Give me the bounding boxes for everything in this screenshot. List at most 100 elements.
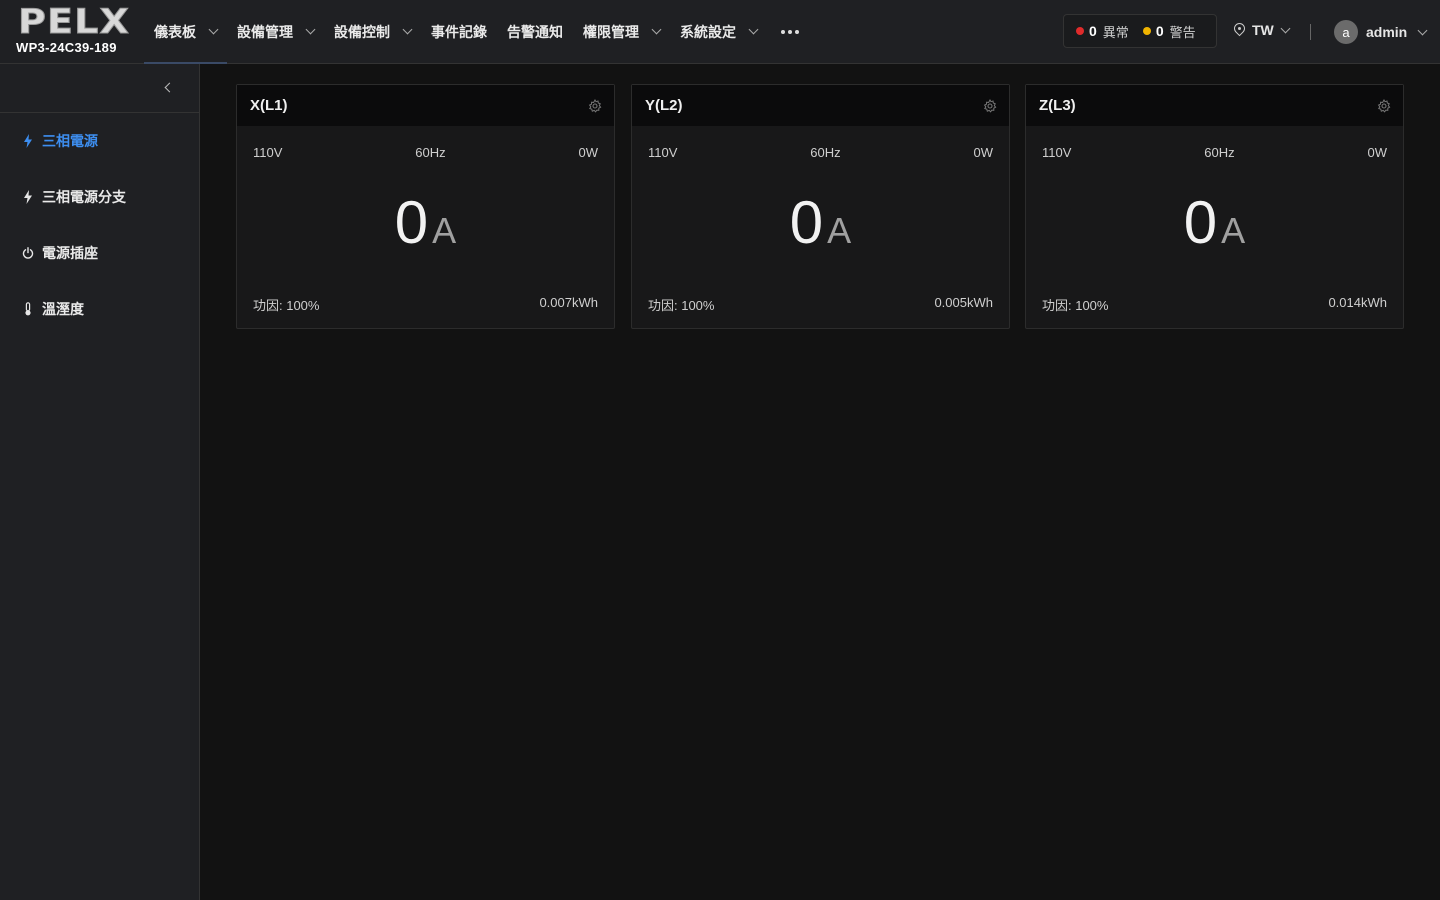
- nav-system-settings[interactable]: 系統設定: [670, 0, 767, 64]
- gear-icon[interactable]: [588, 98, 602, 113]
- alert-summary[interactable]: 0 異常 0 警告: [1063, 14, 1217, 48]
- energy-value: 0.007kWh: [539, 295, 598, 310]
- energy-value: 0.005kWh: [934, 295, 993, 310]
- chevron-down-icon: [1417, 25, 1428, 35]
- nav-label: 告警通知: [507, 23, 563, 40]
- sidebar-item-label: 三相電源: [42, 133, 98, 149]
- user-menu[interactable]: a admin: [1334, 20, 1428, 44]
- current-unit: A: [827, 210, 852, 251]
- frequency-value: 60Hz: [1204, 145, 1235, 160]
- sidebar-item-label: 電源插座: [42, 245, 98, 261]
- sidebar-item-three-phase[interactable]: 三相電源: [0, 113, 199, 169]
- logo: PELX: [17, 1, 131, 42]
- current-unit: A: [432, 210, 457, 251]
- bolt-icon: [22, 134, 34, 148]
- nav-label: 設備管理: [237, 23, 293, 40]
- abnormal-status: 0 異常: [1076, 22, 1129, 41]
- nav-device-control[interactable]: 設備控制: [324, 0, 421, 64]
- current-value: 0: [394, 189, 429, 256]
- chevron-down-icon: [305, 24, 316, 35]
- main-nav: 儀表板 設備管理 設備控制 事件記錄 告警通知 權限管理 系統設定: [144, 0, 813, 64]
- power-value: 0W: [973, 145, 993, 160]
- card-metrics: 110V 60Hz 0W: [253, 145, 598, 160]
- bolt-icon: [22, 190, 34, 204]
- sidebar: 三相電源 三相電源分支 電源插座 溫溼度: [0, 64, 200, 900]
- warning-status: 0 警告: [1142, 22, 1196, 41]
- power-factor: 功因: 100%: [1042, 298, 1109, 313]
- abnormal-label: 異常: [1102, 24, 1129, 40]
- current-display: 0A: [237, 193, 614, 253]
- more-icon[interactable]: [767, 0, 813, 64]
- chevron-down-icon: [1280, 23, 1291, 33]
- current-display: 0A: [632, 193, 1009, 253]
- sidebar-item-label: 溫溼度: [42, 301, 84, 317]
- card-footer: 功因: 100% 0.005kWh: [648, 295, 993, 314]
- card-header: Z(L3): [1026, 85, 1403, 126]
- frequency-value: 60Hz: [810, 145, 841, 160]
- phase-card-z: Z(L3) 110V 60Hz 0W 0A 功因: 100% 0.014kWh: [1025, 84, 1404, 329]
- divider: [1310, 24, 1311, 40]
- avatar: a: [1334, 20, 1358, 44]
- nav-label: 權限管理: [583, 23, 639, 40]
- device-model: WP3-24C39-189: [16, 39, 117, 55]
- nav-label: 設備控制: [334, 23, 390, 40]
- yellow-dot-icon: [1142, 27, 1151, 35]
- thermometer-icon: [22, 302, 34, 316]
- chevron-down-icon: [208, 24, 219, 35]
- current-unit: A: [1221, 210, 1246, 251]
- power-value: 0W: [1367, 145, 1387, 160]
- chevron-left-icon[interactable]: [164, 82, 175, 93]
- region-selector[interactable]: TW: [1234, 22, 1291, 38]
- sidebar-item-label: 三相電源分支: [42, 189, 126, 205]
- card-footer: 功因: 100% 0.007kWh: [253, 295, 598, 314]
- current-value: 0: [789, 189, 824, 256]
- card-header: Y(L2): [632, 85, 1009, 126]
- frequency-value: 60Hz: [415, 145, 446, 160]
- chevron-down-icon: [748, 24, 759, 35]
- power-factor: 功因: 100%: [648, 298, 715, 313]
- warning-label: 警告: [1169, 24, 1196, 40]
- location-pin-icon: [1234, 23, 1245, 37]
- phase-card-x: X(L1) 110V 60Hz 0W 0A 功因: 100% 0.007kWh: [236, 84, 615, 329]
- red-dot-icon: [1076, 27, 1084, 35]
- brand[interactable]: PELX WP3-24C39-189: [0, 0, 144, 64]
- current-display: 0A: [1026, 193, 1403, 253]
- voltage-value: 110V: [1042, 145, 1072, 160]
- nav-label: 儀表板: [154, 23, 196, 40]
- top-header: PELX WP3-24C39-189 儀表板 設備管理 設備控制 事件記錄 告警…: [0, 0, 1440, 64]
- power-icon: [22, 246, 34, 260]
- nav-label: 事件記錄: [431, 23, 487, 40]
- gear-icon[interactable]: [1377, 98, 1391, 113]
- user-name: admin: [1366, 24, 1408, 40]
- card-footer: 功因: 100% 0.014kWh: [1042, 295, 1387, 314]
- energy-value: 0.014kWh: [1328, 295, 1387, 310]
- card-title: Z(L3): [1039, 97, 1076, 114]
- current-value: 0: [1183, 189, 1218, 256]
- card-metrics: 110V 60Hz 0W: [1042, 145, 1387, 160]
- nav-alert-notify[interactable]: 告警通知: [497, 0, 573, 64]
- power-factor: 功因: 100%: [253, 298, 320, 313]
- voltage-value: 110V: [648, 145, 678, 160]
- chevron-down-icon: [651, 24, 662, 35]
- gear-icon[interactable]: [983, 98, 997, 113]
- nav-event-log[interactable]: 事件記錄: [421, 0, 497, 64]
- abnormal-count: 0: [1089, 23, 1097, 39]
- voltage-value: 110V: [253, 145, 283, 160]
- sidebar-item-temp-humidity[interactable]: 溫溼度: [0, 281, 199, 337]
- card-header: X(L1): [237, 85, 614, 126]
- region-label: TW: [1252, 22, 1274, 38]
- warning-count: 0: [1155, 23, 1164, 39]
- nav-device-management[interactable]: 設備管理: [227, 0, 324, 64]
- sidebar-item-three-phase-branch[interactable]: 三相電源分支: [0, 169, 199, 225]
- card-title: X(L1): [250, 97, 288, 114]
- nav-permission[interactable]: 權限管理: [573, 0, 670, 64]
- power-value: 0W: [578, 145, 598, 160]
- card-metrics: 110V 60Hz 0W: [648, 145, 993, 160]
- phase-card-y: Y(L2) 110V 60Hz 0W 0A 功因: 100% 0.005kWh: [631, 84, 1010, 329]
- card-title: Y(L2): [645, 97, 683, 114]
- nav-dashboard[interactable]: 儀表板: [144, 0, 227, 64]
- chevron-down-icon: [402, 24, 413, 35]
- sidebar-collapse: [0, 64, 199, 113]
- sidebar-item-power-outlet[interactable]: 電源插座: [0, 225, 199, 281]
- nav-label: 系統設定: [680, 23, 736, 40]
